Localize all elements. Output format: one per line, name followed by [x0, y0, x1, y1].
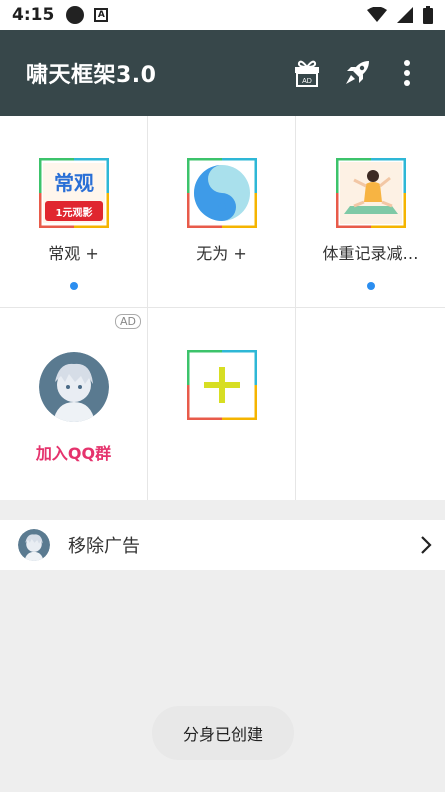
status-time: 4:15	[12, 5, 55, 25]
app-cell-weight-log[interactable]: 体重记录减…	[296, 116, 445, 308]
changguan-app-icon: 常观 1元观影	[38, 158, 109, 228]
gift-ad-label: AD	[302, 78, 312, 85]
changguan-icon-text: 常观	[54, 171, 94, 195]
app-label: 体重记录减…	[322, 244, 419, 263]
app-notification-icon: A	[94, 8, 109, 22]
update-dot	[69, 282, 78, 290]
app-label: 无为 +	[196, 244, 247, 263]
yin-yang-app-icon	[186, 158, 257, 228]
gift-ad-button[interactable]: AD	[291, 57, 323, 89]
remove-ads-label: 移除广告	[68, 536, 140, 557]
remove-ads-avatar	[18, 529, 50, 561]
update-dot	[366, 282, 375, 290]
app-grid: 常观 1元观影 常观 + 无为 + 体重记录减… AD 加入QQ群	[0, 116, 445, 500]
notification-dot-icon	[66, 6, 85, 24]
cell-signal-icon	[397, 7, 413, 23]
gift-icon: AD	[295, 60, 319, 87]
changguan-icon-subtext: 1元观影	[55, 207, 92, 219]
empty-cell	[296, 308, 445, 500]
yoga-app-icon	[335, 158, 406, 228]
status-bar: 4:15 A	[0, 0, 445, 30]
toast-message: 分身已创建	[152, 706, 294, 760]
app-cell-changguan[interactable]: 常观 1元观影 常观 +	[0, 116, 148, 308]
more-vert-icon	[404, 60, 410, 86]
status-icons	[367, 6, 433, 24]
boost-button[interactable]	[341, 57, 373, 89]
chevron-right-icon	[421, 536, 432, 554]
qq-group-avatar	[38, 352, 109, 422]
app-cell-join-qq-group[interactable]: AD 加入QQ群	[0, 308, 148, 500]
app-cell-wuwei[interactable]: 无为 +	[148, 116, 296, 308]
join-qq-group-label: 加入QQ群	[35, 444, 112, 463]
ad-badge: AD	[115, 314, 141, 329]
add-icon	[186, 350, 257, 420]
remove-ads-row[interactable]: 移除广告	[0, 520, 445, 570]
more-options-button[interactable]	[391, 57, 423, 89]
app-bar: 啸天框架3.0 AD	[0, 30, 445, 116]
rocket-icon	[346, 61, 369, 84]
add-app-cell[interactable]	[148, 308, 296, 500]
app-label: 常观 +	[48, 244, 99, 263]
wifi-icon	[367, 7, 387, 22]
app-bar-actions: AD	[291, 57, 423, 89]
battery-icon	[423, 6, 433, 24]
app-title: 啸天框架3.0	[26, 63, 157, 88]
